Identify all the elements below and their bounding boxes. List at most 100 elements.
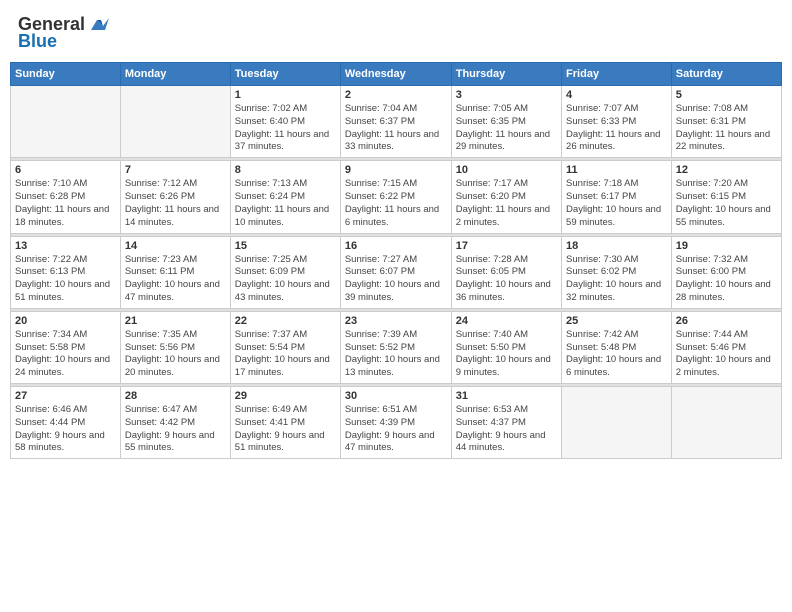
day-info: Sunrise: 7:22 AM Sunset: 6:13 PM Dayligh…: [15, 254, 116, 305]
day-info: Sunrise: 7:27 AM Sunset: 6:07 PM Dayligh…: [345, 254, 447, 305]
day-info: Sunrise: 7:32 AM Sunset: 6:00 PM Dayligh…: [676, 254, 777, 305]
day-number: 25: [566, 315, 667, 327]
day-info: Sunrise: 7:02 AM Sunset: 6:40 PM Dayligh…: [235, 103, 336, 154]
calendar-cell: 3 Sunrise: 7:05 AM Sunset: 6:35 PM Daylig…: [451, 86, 561, 158]
day-number: 11: [566, 164, 667, 176]
day-number: 16: [345, 240, 447, 252]
day-number: 22: [235, 315, 336, 327]
day-number: 10: [456, 164, 557, 176]
calendar-cell: 7 Sunrise: 7:12 AM Sunset: 6:26 PM Daylig…: [120, 161, 230, 233]
day-info: Sunrise: 7:17 AM Sunset: 6:20 PM Dayligh…: [456, 178, 557, 229]
day-info: Sunrise: 7:34 AM Sunset: 5:58 PM Dayligh…: [15, 329, 116, 380]
calendar-header-saturday: Saturday: [671, 63, 781, 86]
calendar-table: SundayMondayTuesdayWednesdayThursdayFrid…: [10, 62, 782, 459]
day-info: Sunrise: 7:08 AM Sunset: 6:31 PM Dayligh…: [676, 103, 777, 154]
calendar-header-thursday: Thursday: [451, 63, 561, 86]
calendar-cell: 16 Sunrise: 7:27 AM Sunset: 6:07 PM Dayli…: [340, 236, 451, 308]
calendar-cell: 5Sunrise: 7:08 AM Sunset: 6:31 PM Daylig…: [671, 86, 781, 158]
calendar-week-4: 20 Sunrise: 7:34 AM Sunset: 5:58 PM Dayli…: [11, 311, 782, 383]
calendar-cell: 26Sunrise: 7:44 AM Sunset: 5:46 PM Dayli…: [671, 311, 781, 383]
day-number: 13: [15, 240, 116, 252]
calendar-cell: 6 Sunrise: 7:10 AM Sunset: 6:28 PM Daylig…: [11, 161, 121, 233]
calendar-header-wednesday: Wednesday: [340, 63, 451, 86]
day-info: Sunrise: 7:40 AM Sunset: 5:50 PM Dayligh…: [456, 329, 557, 380]
calendar-cell: 22 Sunrise: 7:37 AM Sunset: 5:54 PM Dayli…: [230, 311, 340, 383]
calendar-cell: 17Sunrise: 7:28 AM Sunset: 6:05 PM Dayli…: [451, 236, 561, 308]
day-number: 4: [566, 89, 667, 101]
day-info: Sunrise: 7:07 AM Sunset: 6:33 PM Dayligh…: [566, 103, 667, 154]
calendar-cell: 8 Sunrise: 7:13 AM Sunset: 6:24 PM Daylig…: [230, 161, 340, 233]
calendar-cell: 13 Sunrise: 7:22 AM Sunset: 6:13 PM Dayli…: [11, 236, 121, 308]
calendar-cell: 31 Sunrise: 6:53 AM Sunset: 4:37 PM Dayli…: [451, 387, 561, 459]
day-number: 31: [456, 390, 557, 402]
day-number: 7: [125, 164, 226, 176]
calendar-cell: 27 Sunrise: 6:46 AM Sunset: 4:44 PM Dayli…: [11, 387, 121, 459]
day-number: 8: [235, 164, 336, 176]
day-info: Sunrise: 7:37 AM Sunset: 5:54 PM Dayligh…: [235, 329, 336, 380]
calendar-cell: 1 Sunrise: 7:02 AM Sunset: 6:40 PM Daylig…: [230, 86, 340, 158]
calendar-cell: 10 Sunrise: 7:17 AM Sunset: 6:20 PM Dayli…: [451, 161, 561, 233]
day-info: Sunrise: 7:18 AM Sunset: 6:17 PM Dayligh…: [566, 178, 667, 229]
day-info: Sunrise: 7:05 AM Sunset: 6:35 PM Dayligh…: [456, 103, 557, 154]
calendar-cell: 28 Sunrise: 6:47 AM Sunset: 4:42 PM Dayli…: [120, 387, 230, 459]
day-info: Sunrise: 7:30 AM Sunset: 6:02 PM Dayligh…: [566, 254, 667, 305]
logo: General Blue: [18, 14, 109, 52]
logo-blue: Blue: [18, 31, 57, 52]
calendar-cell: 4 Sunrise: 7:07 AM Sunset: 6:33 PM Daylig…: [562, 86, 672, 158]
calendar-cell: 25 Sunrise: 7:42 AM Sunset: 5:48 PM Dayli…: [562, 311, 672, 383]
day-number: 28: [125, 390, 226, 402]
calendar-header-sunday: Sunday: [11, 63, 121, 86]
calendar-week-2: 6 Sunrise: 7:10 AM Sunset: 6:28 PM Daylig…: [11, 161, 782, 233]
day-info: Sunrise: 6:53 AM Sunset: 4:37 PM Dayligh…: [456, 404, 557, 455]
day-info: Sunrise: 7:12 AM Sunset: 6:26 PM Dayligh…: [125, 178, 226, 229]
calendar-cell: 19 Sunrise: 7:32 AM Sunset: 6:00 PM Dayli…: [671, 236, 781, 308]
calendar-cell: 14Sunrise: 7:23 AM Sunset: 6:11 PM Dayli…: [120, 236, 230, 308]
day-number: 20: [15, 315, 116, 327]
day-number: 26: [676, 315, 777, 327]
calendar-cell: 12 Sunrise: 7:20 AM Sunset: 6:15 PM Dayli…: [671, 161, 781, 233]
calendar-cell: 15Sunrise: 7:25 AM Sunset: 6:09 PM Dayli…: [230, 236, 340, 308]
day-info: Sunrise: 7:35 AM Sunset: 5:56 PM Dayligh…: [125, 329, 226, 380]
day-info: Sunrise: 7:15 AM Sunset: 6:22 PM Dayligh…: [345, 178, 447, 229]
calendar-cell: [562, 387, 672, 459]
calendar-cell: [120, 86, 230, 158]
day-number: 24: [456, 315, 557, 327]
day-number: 3: [456, 89, 557, 101]
day-info: Sunrise: 7:39 AM Sunset: 5:52 PM Dayligh…: [345, 329, 447, 380]
day-number: 19: [676, 240, 777, 252]
day-info: Sunrise: 7:10 AM Sunset: 6:28 PM Dayligh…: [15, 178, 116, 229]
calendar-cell: 24 Sunrise: 7:40 AM Sunset: 5:50 PM Dayli…: [451, 311, 561, 383]
day-number: 18: [566, 240, 667, 252]
day-number: 23: [345, 315, 447, 327]
day-info: Sunrise: 7:42 AM Sunset: 5:48 PM Dayligh…: [566, 329, 667, 380]
day-info: Sunrise: 6:46 AM Sunset: 4:44 PM Dayligh…: [15, 404, 116, 455]
day-info: Sunrise: 7:25 AM Sunset: 6:09 PM Dayligh…: [235, 254, 336, 305]
page-header: General Blue: [10, 10, 782, 56]
day-info: Sunrise: 7:04 AM Sunset: 6:37 PM Dayligh…: [345, 103, 447, 154]
calendar-week-1: 1 Sunrise: 7:02 AM Sunset: 6:40 PM Daylig…: [11, 86, 782, 158]
calendar-cell: 11 Sunrise: 7:18 AM Sunset: 6:17 PM Dayli…: [562, 161, 672, 233]
calendar-cell: 21 Sunrise: 7:35 AM Sunset: 5:56 PM Dayli…: [120, 311, 230, 383]
calendar-header-friday: Friday: [562, 63, 672, 86]
day-number: 21: [125, 315, 226, 327]
day-number: 9: [345, 164, 447, 176]
calendar-cell: 18 Sunrise: 7:30 AM Sunset: 6:02 PM Dayli…: [562, 236, 672, 308]
day-number: 27: [15, 390, 116, 402]
calendar-header-monday: Monday: [120, 63, 230, 86]
day-info: Sunrise: 7:20 AM Sunset: 6:15 PM Dayligh…: [676, 178, 777, 229]
day-number: 6: [15, 164, 116, 176]
day-info: Sunrise: 6:47 AM Sunset: 4:42 PM Dayligh…: [125, 404, 226, 455]
day-number: 17: [456, 240, 557, 252]
day-info: Sunrise: 6:49 AM Sunset: 4:41 PM Dayligh…: [235, 404, 336, 455]
day-info: Sunrise: 7:13 AM Sunset: 6:24 PM Dayligh…: [235, 178, 336, 229]
calendar-header-tuesday: Tuesday: [230, 63, 340, 86]
day-info: Sunrise: 7:23 AM Sunset: 6:11 PM Dayligh…: [125, 254, 226, 305]
calendar-header-row: SundayMondayTuesdayWednesdayThursdayFrid…: [11, 63, 782, 86]
logo-bird-icon: [87, 16, 109, 34]
day-number: 12: [676, 164, 777, 176]
day-number: 30: [345, 390, 447, 402]
day-number: 1: [235, 89, 336, 101]
calendar-cell: 2 Sunrise: 7:04 AM Sunset: 6:37 PM Daylig…: [340, 86, 451, 158]
day-number: 2: [345, 89, 447, 101]
calendar-cell: 9 Sunrise: 7:15 AM Sunset: 6:22 PM Daylig…: [340, 161, 451, 233]
